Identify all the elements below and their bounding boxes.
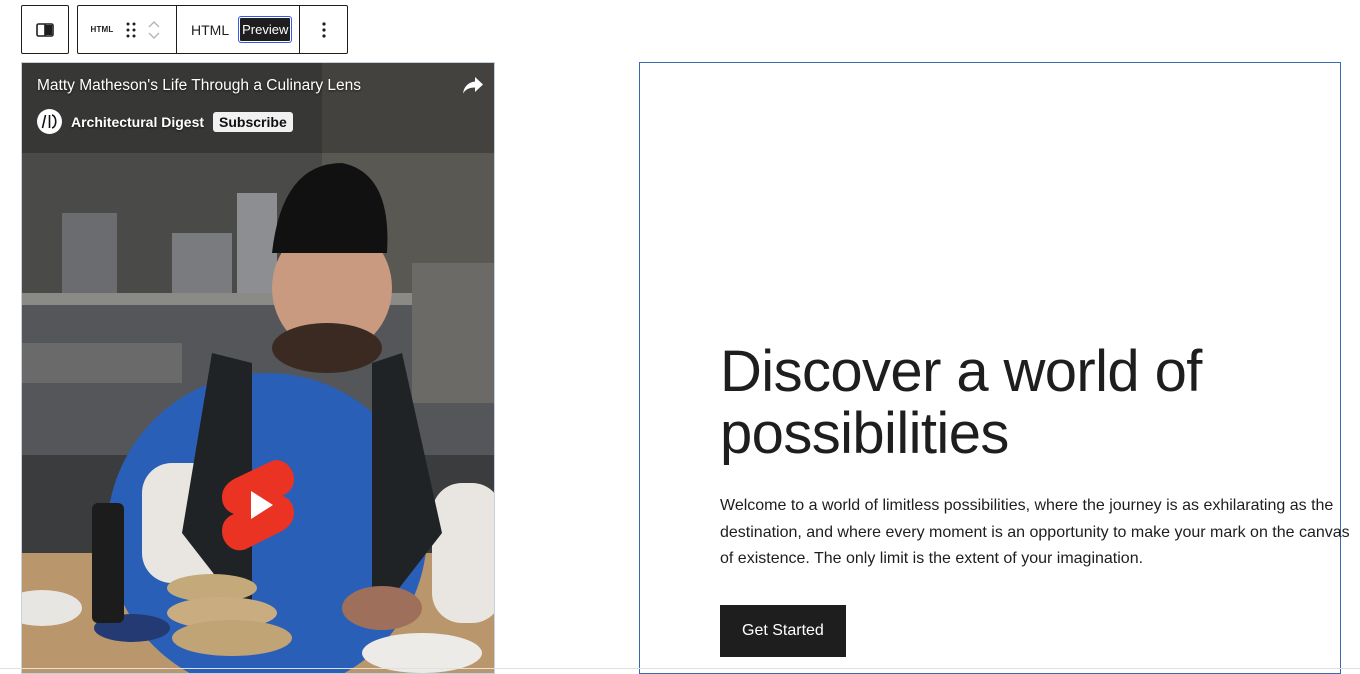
preview-mode-button[interactable]: Preview [238,16,293,43]
channel-row: Architectural Digest Subscribe [37,109,293,134]
toggle-parent-columns-button[interactable] [21,5,69,54]
html-mode-button[interactable]: HTML [189,18,231,42]
column-left[interactable]: Matty Matheson's Life Through a Culinary… [21,62,495,674]
video-title[interactable]: Matty Matheson's Life Through a Culinary… [37,77,361,95]
block-controls-group: HTML HTML Preview [77,5,349,54]
hero-content: Discover a world of possibilities Welcom… [720,341,1360,657]
options-button[interactable] [299,6,347,53]
get-started-button[interactable]: Get Started [720,604,846,657]
ad-logo-icon [41,114,57,129]
channel-avatar[interactable] [37,109,62,134]
more-vertical-icon [322,21,326,38]
hero-heading[interactable]: Discover a world of possibilities [720,341,1360,465]
channel-name[interactable]: Architectural Digest [71,114,204,130]
subscribe-button[interactable]: Subscribe [213,111,293,132]
columns-block: Matty Matheson's Life Through a Culinary… [21,62,1350,674]
columns-icon [36,22,54,37]
edit-mode-segment: HTML Preview [176,6,299,53]
video-thumbnail [22,63,494,673]
drag-handle-icon[interactable] [126,22,136,38]
block-movers [148,6,160,53]
canvas-bottom-divider [0,668,1360,669]
youtube-shorts-embed[interactable]: Matty Matheson's Life Through a Culinary… [22,63,494,673]
column-right[interactable]: Discover a world of possibilities Welcom… [639,62,1350,674]
move-up-icon[interactable] [148,20,160,29]
block-type-button[interactable]: HTML [90,25,114,34]
block-toolbar: HTML HTML Preview [21,5,349,54]
share-icon[interactable] [462,75,484,95]
block-switcher-segment: HTML [78,6,176,53]
shorts-play-icon[interactable] [222,459,296,551]
hero-paragraph[interactable]: Welcome to a world of limitless possibil… [720,493,1350,573]
move-down-icon[interactable] [148,31,160,40]
